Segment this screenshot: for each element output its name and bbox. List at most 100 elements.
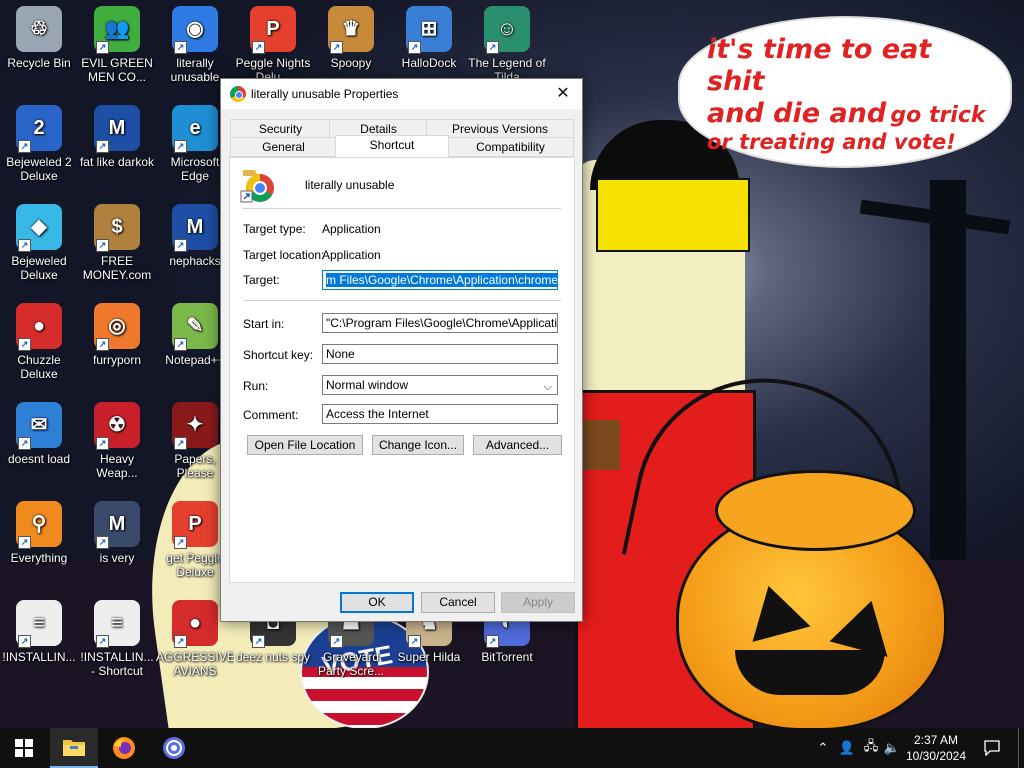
dialog-title: literally unusable Properties — [251, 87, 399, 101]
shortcut-arrow-icon: ↗ — [174, 140, 187, 153]
desktop-icon[interactable]: ♲ Recycle Bin — [0, 6, 78, 70]
shortcut-arrow-icon: ↗ — [486, 635, 499, 648]
edge-icon: e ↗ — [172, 105, 218, 153]
desktop-icon-label: Bejeweled Deluxe — [11, 254, 67, 282]
desktop-icon-label: Graveyard Party Scre... — [317, 650, 385, 678]
show-hidden-icons-button[interactable]: ⌃ — [812, 728, 834, 768]
tab-compatibility[interactable]: Compatibility — [447, 137, 574, 157]
chrome-icon: ◉ ↗ — [172, 6, 218, 54]
desktop-icon-label: Heavy Weap... — [96, 452, 138, 480]
show-desktop-button[interactable] — [1018, 728, 1024, 768]
chrome-icon — [230, 86, 246, 102]
shortcut-arrow-icon: ↗ — [252, 41, 265, 54]
taskbar: ⌃ 👤 🖧 🔈 2:37 AM 10/30/2024 — [0, 728, 1024, 768]
desktop-icon-label: furryporn — [92, 353, 142, 367]
desktop-icon[interactable]: ☺ ↗ The Legend of Tilda — [468, 6, 546, 84]
taskbar-firefox[interactable] — [100, 728, 148, 768]
desktop-icon-label: AGGRESSIVE AVIANS — [156, 650, 234, 678]
close-button[interactable]: ✕ — [544, 79, 582, 109]
desktop-icon-label: HalloDock — [401, 56, 457, 70]
desktop-icon[interactable]: ⊞ ↗ HalloDock — [390, 6, 468, 70]
desktop-icon[interactable]: ◉ ↗ literally unusable — [156, 6, 234, 84]
tray-user-icon[interactable]: 👤 — [836, 728, 858, 768]
start-in-label: Start in: — [243, 317, 285, 331]
desktop-icon[interactable]: $ ↗ FREE MONEY.com — [78, 204, 156, 282]
target-label: Target: — [243, 273, 280, 287]
tray-network-icon[interactable]: 🖧 — [860, 728, 882, 768]
papers-icon: ✦ ↗ — [172, 402, 218, 450]
tab-security[interactable]: Security — [230, 119, 331, 139]
ok-button[interactable]: OK — [340, 592, 414, 613]
pumpkin-rim — [715, 470, 916, 551]
desktop-icon-label: fat like darkok — [79, 155, 155, 169]
desktop-icon[interactable]: ✉ ↗ doesnt load — [0, 402, 78, 466]
desktop-icon-label: FREE MONEY.com — [82, 254, 152, 282]
desktop-icon[interactable]: ≡ ↗ !INSTALLIN... - Shortcut — [78, 600, 156, 678]
shortcut-arrow-icon: ↗ — [486, 41, 499, 54]
shortcut-key-input[interactable]: None — [322, 344, 558, 364]
open-file-location-button[interactable]: Open File Location — [247, 435, 363, 455]
system-clock[interactable]: 2:37 AM 10/30/2024 — [896, 732, 976, 764]
dialog-titlebar[interactable]: literally unusable Properties ✕ — [221, 79, 582, 109]
desktop-icon[interactable]: ☢ ↗ Heavy Weap... — [78, 402, 156, 480]
pumpkin-mouth — [735, 650, 885, 695]
shortcut-arrow-icon: ↗ — [18, 437, 31, 450]
chrome-shortcut-icon — [240, 170, 274, 203]
advanced-button[interactable]: Advanced... — [473, 435, 562, 455]
desktop-icon[interactable]: ◎ ↗ furryporn — [78, 303, 156, 367]
run-select-value: Normal window — [326, 378, 409, 392]
properties-dialog: literally unusable Properties ✕ Security… — [220, 78, 583, 622]
shortcut-tab-panel: literally unusable Target type: Applicat… — [229, 157, 575, 583]
document-shortcut-icon: ≡ ↗ — [94, 600, 140, 648]
comment-input[interactable]: Access the Internet — [322, 404, 558, 424]
desktop-icon[interactable]: 2 ↗ Bejeweled 2 Deluxe — [0, 105, 78, 183]
desktop-icon[interactable]: ● ↗ Chuzzle Deluxe — [0, 303, 78, 381]
tab-general[interactable]: General — [230, 137, 337, 157]
bittorrent-icon — [163, 737, 185, 759]
desktop-icon-label: Recycle Bin — [7, 56, 71, 70]
tilda-icon: ☺ ↗ — [484, 6, 530, 54]
document-icon: ≡ ↗ — [16, 600, 62, 648]
firefox-icon: ◎ ↗ — [94, 303, 140, 351]
recycle-bin-icon: ♲ — [16, 6, 62, 52]
cancel-button[interactable]: Cancel — [421, 592, 495, 613]
notifications-button[interactable] — [980, 728, 1004, 768]
firefox-icon — [113, 737, 135, 759]
change-icon-button[interactable]: Change Icon... — [372, 435, 464, 455]
windows-icon: ⊞ ↗ — [406, 6, 452, 54]
people-icon: 👤 — [838, 740, 856, 755]
run-select[interactable]: Normal window ⌵ — [322, 375, 558, 395]
shortcut-arrow-icon: ↗ — [174, 536, 187, 549]
desktop-icon-label: Everything — [10, 551, 68, 565]
desktop-icon[interactable]: 👥 ↗ EVIL GREEN MEN CO... — [78, 6, 156, 84]
start-in-input[interactable]: "C:\Program Files\Google\Chrome\Applicat… — [322, 313, 558, 333]
target-input[interactable]: m Files\Google\Chrome\Application\chrome… — [322, 270, 558, 290]
desktop-icon-label: Super Hilda — [397, 650, 461, 664]
desktop-icon[interactable]: ♛ ↗ Spoopy — [312, 6, 390, 70]
apply-button[interactable]: Apply — [501, 592, 575, 613]
desktop-icon[interactable]: ◆ ↗ Bejeweled Deluxe — [0, 204, 78, 282]
desktop-icon[interactable]: ⚲ ↗ Everything — [0, 501, 78, 565]
clock-date: 10/30/2024 — [905, 749, 967, 763]
desktop-icon[interactable]: P ↗ Peggle Nights Delu... — [234, 6, 312, 84]
tab-shortcut[interactable]: Shortcut — [335, 135, 449, 157]
separator — [243, 208, 561, 209]
taskbar-bittorrent[interactable] — [150, 728, 198, 768]
run-label: Run: — [243, 379, 269, 393]
desktop-icon[interactable]: M ↗ fat like darkok — [78, 105, 156, 169]
mpi-icon: M ↗ — [172, 204, 218, 252]
start-button[interactable] — [0, 728, 48, 768]
shortcut-arrow-icon: ↗ — [18, 338, 31, 351]
notepad-icon: ✎ ↗ — [172, 303, 218, 351]
chevron-down-icon: ⌵ — [543, 381, 552, 393]
taskbar-file-explorer[interactable] — [50, 728, 98, 768]
shortcut-arrow-icon: ↗ — [18, 140, 31, 153]
speech-line-2b: go trick — [890, 102, 986, 128]
bejeweled2-icon: 2 ↗ — [16, 105, 62, 153]
desktop-icon[interactable]: ≡ ↗ !INSTALLIN... — [0, 600, 78, 664]
desktop-icon[interactable]: M ↗ is very — [78, 501, 156, 565]
network-icon: 🖧 — [863, 738, 879, 753]
chevron-up-icon: ⌃ — [817, 740, 829, 755]
shortcut-arrow-icon: ↗ — [408, 41, 421, 54]
diamond-icon: ◆ ↗ — [16, 204, 62, 252]
